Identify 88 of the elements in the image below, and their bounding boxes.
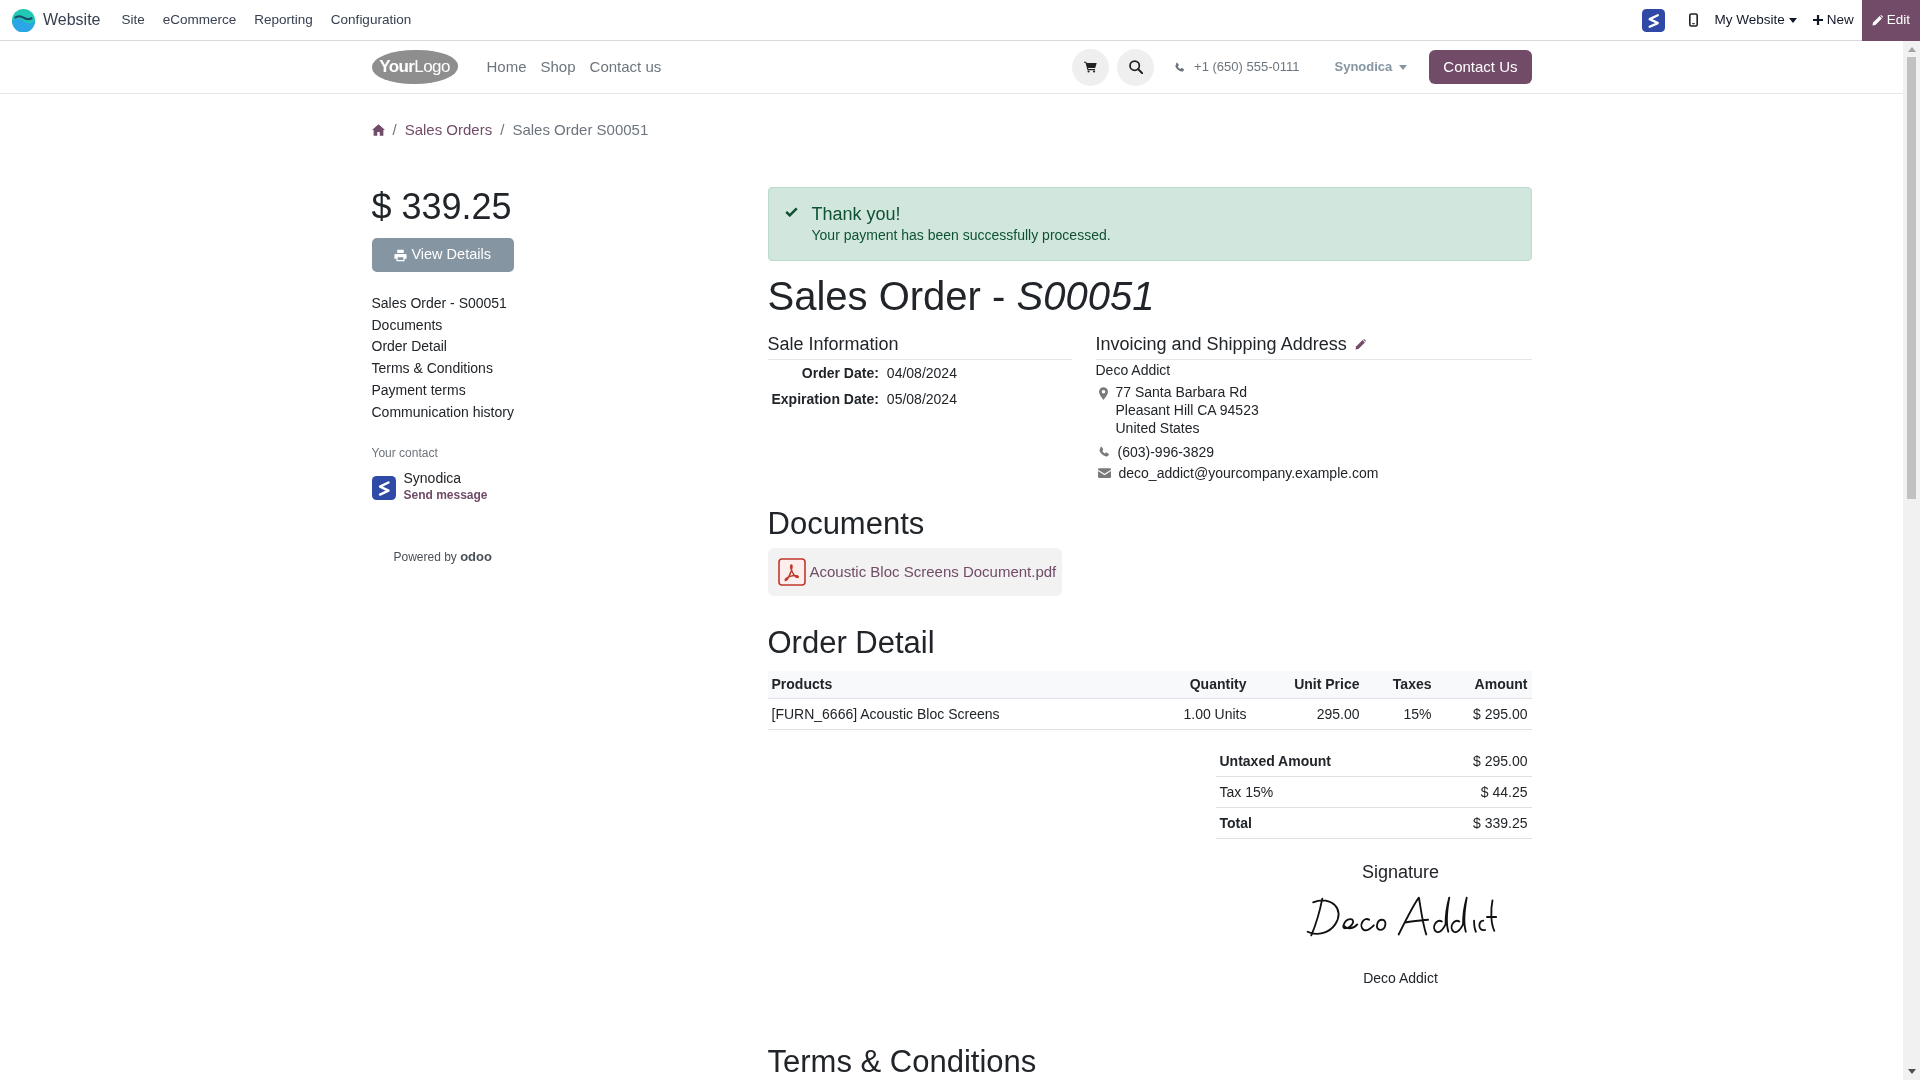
customer-name: Deco Addict: [1095, 362, 1171, 378]
powered-by-text: Powered by odoo: [393, 550, 492, 565]
breadcrumb-separator: /: [499, 120, 506, 140]
table-cell: 295.00: [1316, 706, 1360, 722]
section-heading: Documents: [767, 505, 926, 542]
contact-label: Your contact: [371, 446, 438, 461]
pencil-icon: [1871, 15, 1883, 26]
company-logo-icon[interactable]: [1642, 8, 1666, 32]
menu-item[interactable]: Reporting: [245, 9, 322, 31]
signature-heading: Signature: [1361, 861, 1440, 883]
toc-link[interactable]: Order Detail: [371, 336, 447, 359]
totals-value: $ 44.25: [1480, 783, 1528, 802]
caret-icon: [1399, 64, 1408, 70]
column-header: Amount: [1474, 676, 1528, 692]
printer-icon: [394, 248, 408, 262]
order-title: Sales Order - S00051: [767, 273, 1156, 320]
website-logo-icon[interactable]: [12, 8, 35, 32]
table-cell: 15%: [1403, 706, 1432, 722]
customer-email: deco_addict@yourcompany.example.com: [1118, 464, 1379, 483]
field-label: Expiration Date:: [770, 390, 879, 409]
search-icon: [1128, 60, 1143, 74]
column-header: Products: [771, 676, 833, 692]
breadcrumb-current: Sales Order S00051: [512, 120, 649, 140]
edit-button[interactable]: Edit: [1861, 0, 1920, 41]
attachment-link[interactable]: Acoustic Bloc Screens Document.pdf: [767, 548, 1063, 596]
signer-name: Deco Addict: [1363, 969, 1438, 988]
alert-title: Thank you!: [811, 203, 902, 225]
website-dropdown[interactable]: My Website: [1706, 0, 1805, 40]
cart-button[interactable]: [1072, 48, 1110, 86]
section-heading: Order Detail: [767, 624, 936, 661]
totals-label: Untaxed Amount: [1219, 752, 1331, 771]
column-header: Unit Price: [1294, 676, 1360, 692]
home-icon[interactable]: [371, 124, 385, 136]
breadcrumb-link[interactable]: Sales Orders: [404, 120, 493, 140]
brand-link[interactable]: odoo: [460, 549, 492, 565]
edit-pencil-icon[interactable]: [1354, 338, 1366, 350]
field-value: 04/08/2024: [886, 364, 957, 383]
phone-icon: [1174, 61, 1186, 73]
phone-number-link[interactable]: +1 (650) 555-0111: [1194, 57, 1300, 77]
toc-link[interactable]: Communication history: [371, 401, 514, 424]
table-cell: $ 295.00: [1473, 706, 1528, 722]
send-message-link[interactable]: Send message: [403, 487, 488, 504]
totals-value: $ 339.25: [1473, 814, 1528, 833]
field-label: Order Date:: [800, 364, 879, 383]
map-pin-icon: [1098, 387, 1108, 400]
search-button[interactable]: [1117, 48, 1155, 86]
section-heading: Terms & Conditions: [767, 1043, 1038, 1080]
contact-us-button[interactable]: Contact Us: [1429, 50, 1532, 84]
section-heading: Invoicing and Shipping Address: [1095, 333, 1347, 355]
order-total-amount: $ 339.25: [371, 185, 513, 228]
totals-label: Tax 15%: [1219, 783, 1274, 802]
nav-link[interactable]: Contact us: [582, 55, 669, 79]
menu-item[interactable]: eCommerce: [153, 9, 246, 31]
pdf-icon: [777, 558, 806, 586]
check-icon: [784, 207, 798, 217]
menu-item[interactable]: Site: [112, 9, 154, 31]
cart-icon: [1084, 61, 1098, 73]
toc-link[interactable]: Sales Order - S00051: [371, 293, 507, 315]
customer-phone: (603)-996-3829: [1117, 443, 1214, 462]
column-header: Quantity: [1189, 676, 1247, 692]
column-header: Taxes: [1392, 676, 1432, 692]
toc-link[interactable]: Payment terms: [371, 379, 466, 402]
alert-message: Your payment has been successfully processed.: [811, 226, 1111, 245]
address-line: Pleasant Hill CA 94523: [1115, 401, 1259, 419]
totals-value: $ 295.00: [1473, 752, 1528, 771]
phone-icon: [1097, 446, 1110, 458]
section-heading: Sale Information: [767, 333, 899, 355]
app-title-link[interactable]: Website: [43, 8, 101, 32]
product-link[interactable]: [FURN_6666] Acoustic Bloc Screens: [771, 706, 1000, 722]
toc-link[interactable]: Documents: [371, 314, 443, 337]
breadcrumb-separator: /: [391, 120, 398, 140]
address-line: 77 Santa Barbara Rd: [1115, 383, 1248, 401]
mobile-phone-icon[interactable]: [1689, 13, 1699, 27]
address-line: United States: [1115, 419, 1200, 437]
contact-avatar-icon: [371, 476, 396, 501]
nav-link[interactable]: Shop: [533, 55, 583, 79]
contact-name: Synodica: [403, 469, 462, 488]
menu-item[interactable]: Configuration: [321, 9, 421, 31]
toc-link[interactable]: Terms & Conditions: [371, 358, 493, 380]
caret-icon: [1788, 17, 1797, 23]
field-value: 05/08/2024: [886, 390, 957, 409]
table-cell: 1.00 Units: [1183, 706, 1247, 722]
totals-label: Total: [1219, 814, 1252, 833]
envelope-icon: [1097, 468, 1111, 478]
scrollbar[interactable]: [1903, 41, 1920, 1080]
nav-link[interactable]: Home: [479, 55, 534, 79]
plus-icon: [1812, 15, 1823, 25]
new-button[interactable]: New: [1804, 0, 1862, 40]
